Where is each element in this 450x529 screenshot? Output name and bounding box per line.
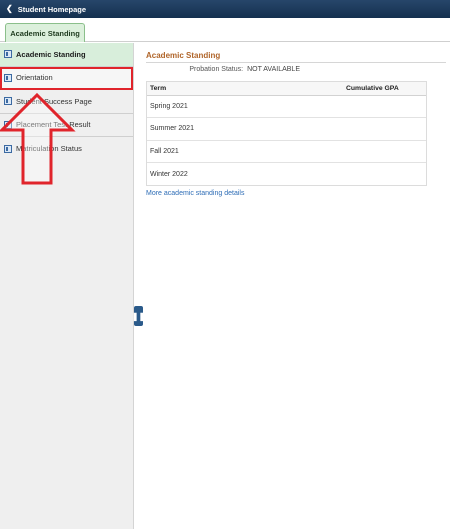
back-to-homepage-button[interactable]: ❮ Student Homepage: [6, 5, 86, 14]
chevron-left-icon: ❮: [6, 4, 13, 13]
term-cell: Spring 2021: [150, 103, 188, 111]
sidebar-item-label: Orientation: [16, 73, 53, 83]
page-title: Academic Standing: [146, 43, 446, 63]
page-icon: [4, 97, 12, 106]
top-nav-bar: ❮ Student Homepage: [0, 0, 450, 18]
main-content: Academic Standing Probation Status: NOT …: [146, 43, 446, 197]
probation-status-label: Probation Status:: [189, 66, 244, 73]
sidebar-item-label: Placement Test Result: [16, 120, 91, 130]
table-row: Spring 2021: [147, 96, 426, 119]
term-cell: Summer 2021: [150, 125, 194, 133]
table-header: Term Cumulative GPA: [147, 82, 426, 96]
collapse-sidebar-handle[interactable]: ❚❚: [131, 306, 146, 326]
academic-standing-table: Term Cumulative GPA Spring 2021 Summer 2…: [146, 81, 427, 187]
sidebar-item-matriculation-status[interactable]: Matriculation Status: [0, 137, 133, 161]
sidebar-item-orientation[interactable]: Orientation: [0, 66, 133, 90]
page-icon: [4, 120, 12, 129]
sidebar-item-label: Matriculation Status: [16, 144, 82, 154]
sidebar-item-student-success-page[interactable]: Student Success Page: [0, 90, 133, 114]
page-icon: [4, 50, 12, 59]
probation-status-value: NOT AVAILABLE: [247, 66, 300, 73]
tab-strip: Academic Standing: [0, 18, 450, 42]
page-icon: [4, 144, 12, 153]
table-row: Fall 2021: [147, 141, 426, 163]
more-academic-standing-details-link[interactable]: More academic standing details: [146, 190, 446, 197]
pause-bars-icon: ❚❚: [131, 311, 146, 321]
term-cell: Winter 2022: [150, 170, 188, 178]
sidebar-item-label: Academic Standing: [16, 49, 86, 59]
sidebar-item-academic-standing[interactable]: Academic Standing: [0, 43, 133, 67]
tab-academic-standing[interactable]: Academic Standing: [5, 23, 85, 42]
term-cell: Fall 2021: [150, 147, 179, 155]
page-icon: [4, 73, 12, 82]
column-header-cumulative-gpa: Cumulative GPA: [346, 85, 399, 92]
sidebar: Academic Standing Orientation Student Su…: [0, 43, 134, 529]
table-row: Winter 2022: [147, 163, 426, 185]
table-row: Summer 2021: [147, 118, 426, 141]
probation-status: Probation Status: NOT AVAILABLE: [146, 66, 446, 80]
column-header-term: Term: [150, 85, 167, 92]
back-button-label: Student Homepage: [17, 4, 87, 14]
sidebar-item-label: Student Success Page: [16, 96, 92, 106]
sidebar-item-placement-test-result[interactable]: Placement Test Result: [0, 114, 133, 137]
